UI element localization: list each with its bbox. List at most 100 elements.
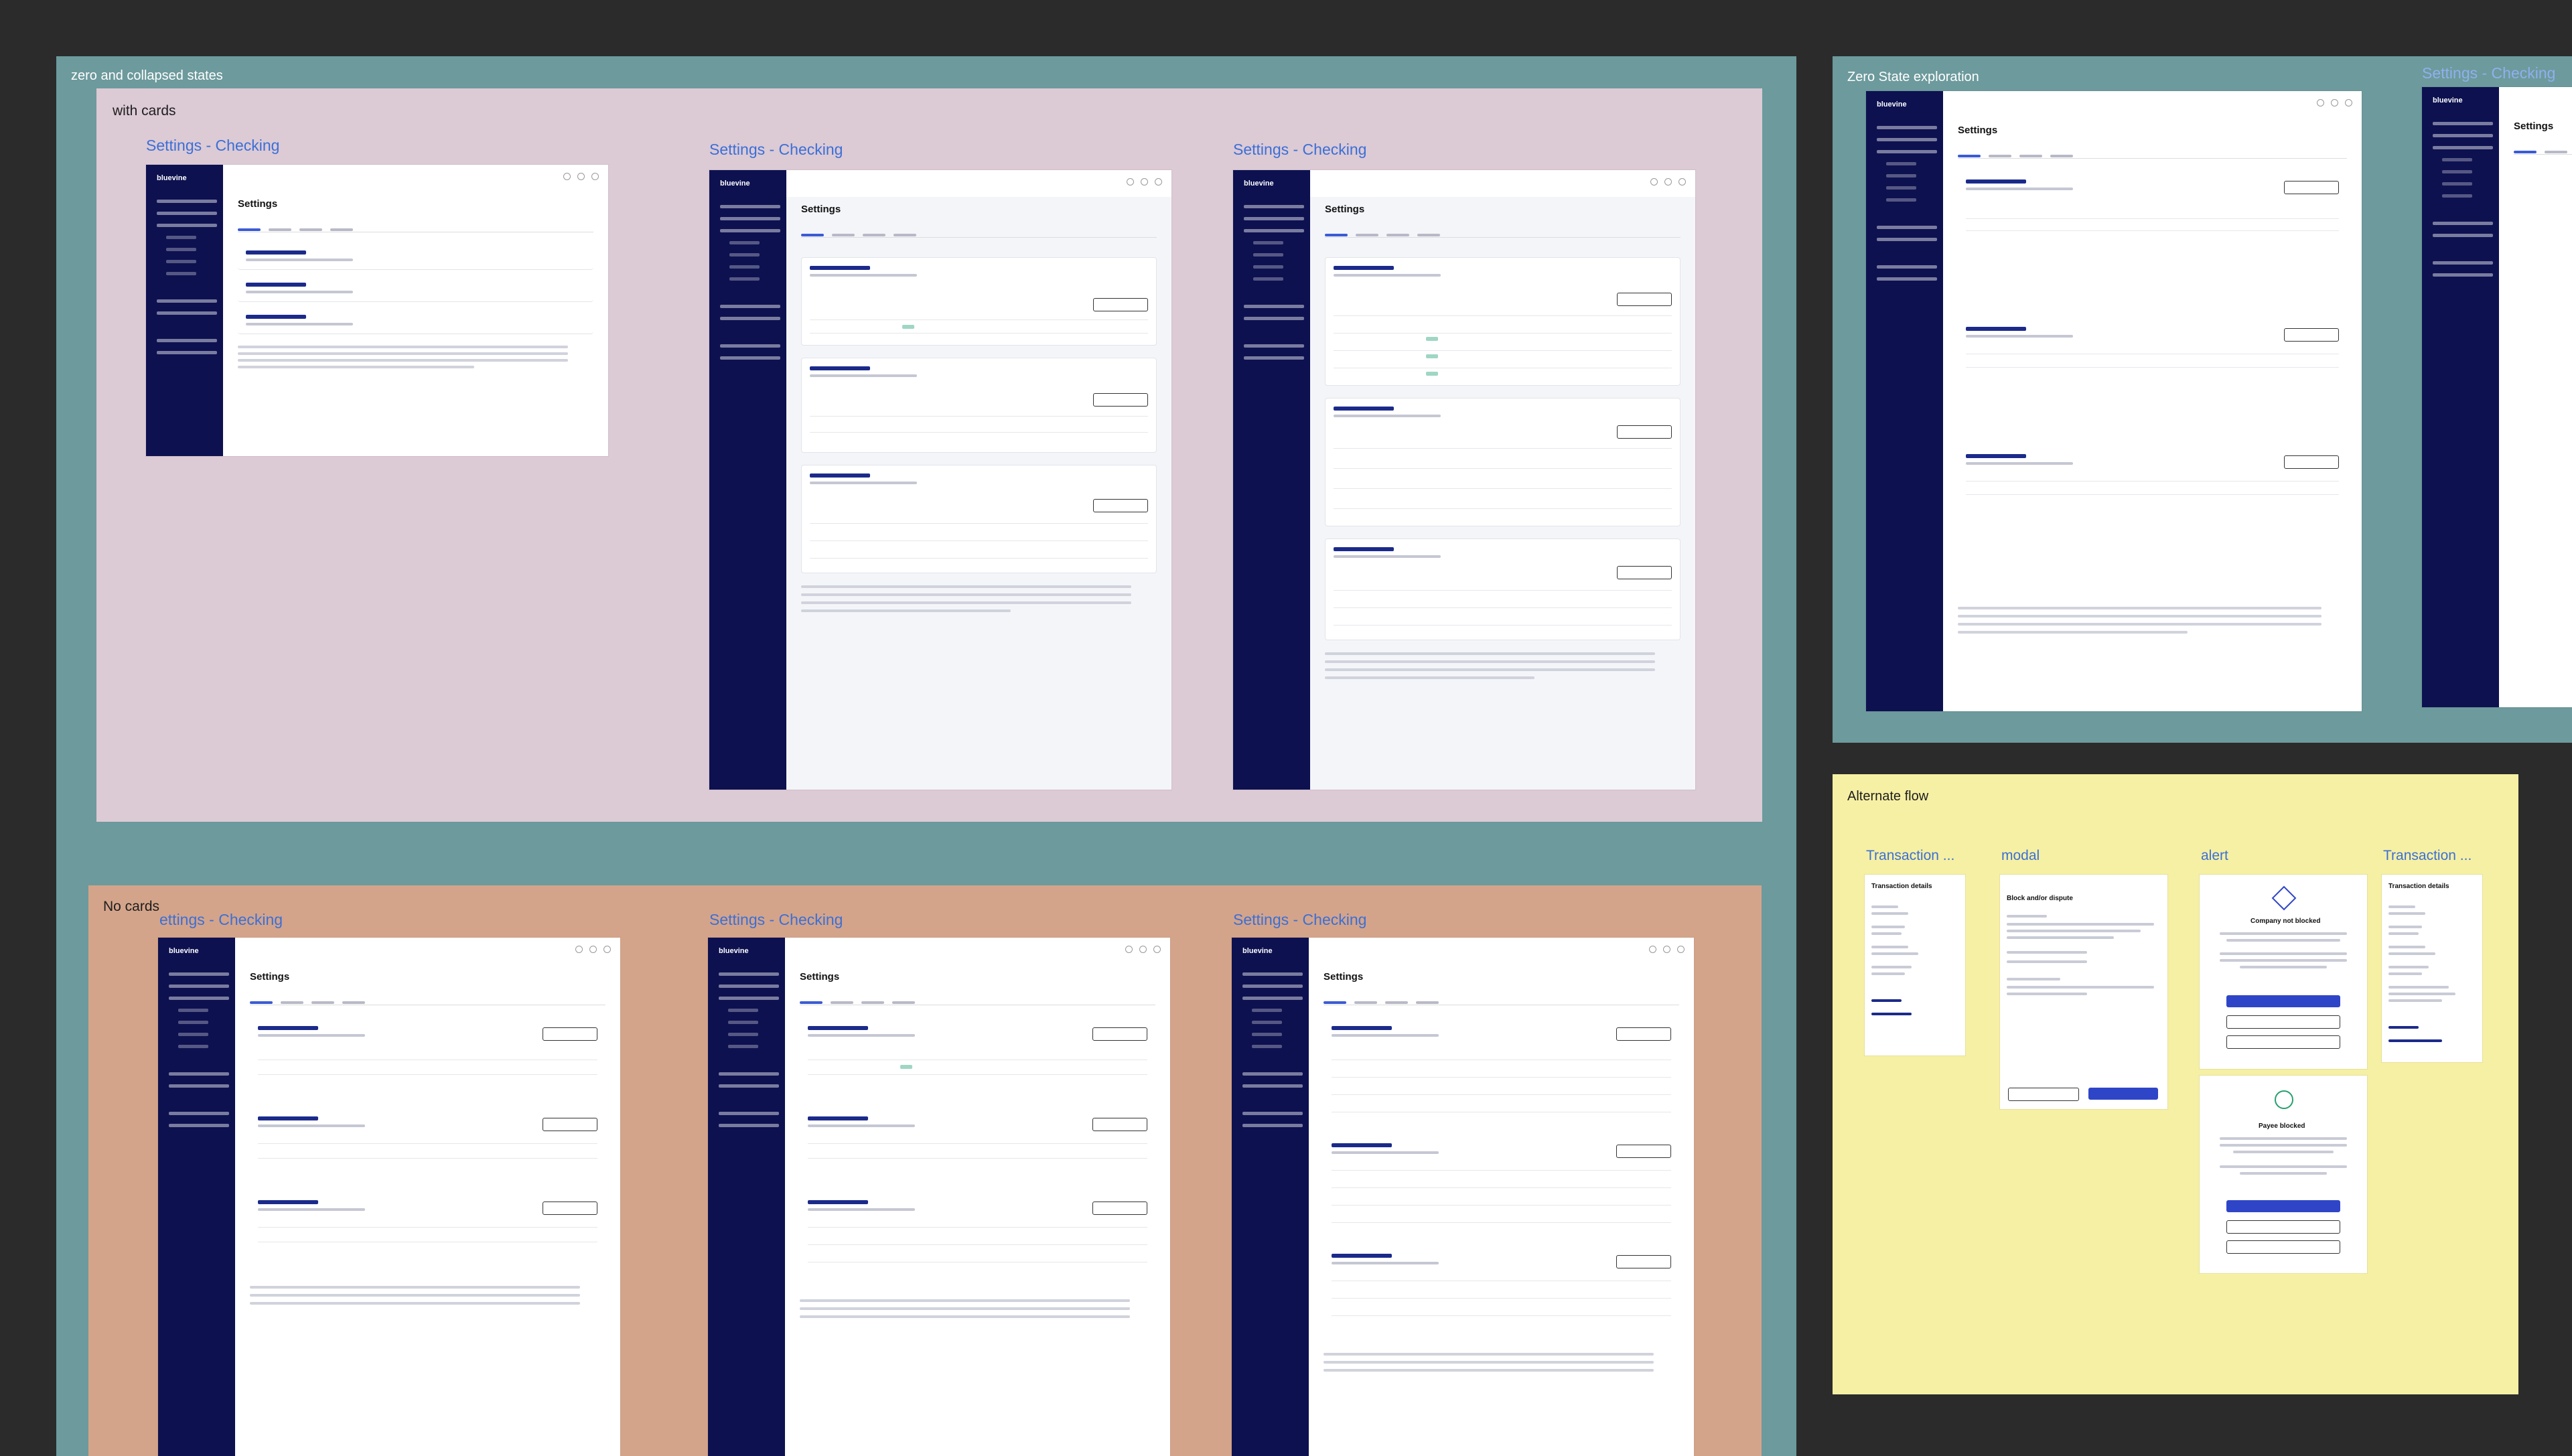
frame-title: Settings - Checking	[2422, 64, 2556, 82]
help-icon[interactable]	[1125, 946, 1133, 953]
card-transfer	[801, 358, 1157, 453]
help-icon[interactable]	[575, 946, 583, 953]
main-area: Settings	[1310, 197, 1695, 790]
topbar	[1310, 170, 1695, 197]
brand-logo: bluevine	[1877, 100, 1907, 108]
help-icon[interactable]	[1127, 178, 1134, 186]
bell-icon[interactable]	[1139, 946, 1147, 953]
bell-icon[interactable]	[589, 946, 597, 953]
user-icon[interactable]	[591, 173, 599, 180]
sidebar: bluevine	[146, 165, 223, 456]
frame-title: modal	[2001, 848, 2040, 863]
sidebar-nav	[157, 200, 217, 363]
settings-mockup: bluevine Settings	[1232, 938, 1694, 1456]
manage-blocks-button[interactable]	[2226, 1015, 2340, 1029]
bell-icon[interactable]	[1664, 178, 1672, 186]
create-rule-button[interactable]	[2284, 328, 2339, 342]
frame-title: Settings - Checking	[1233, 911, 1367, 928]
done-button[interactable]	[2226, 1240, 2340, 1254]
manage-blocks-button[interactable]	[2226, 1220, 2340, 1234]
user-icon[interactable]	[1678, 178, 1686, 186]
main-area: Settings	[786, 197, 1171, 790]
help-icon[interactable]	[1650, 178, 1658, 186]
order-checks-button[interactable]	[1093, 499, 1148, 512]
back-button[interactable]	[2008, 1088, 2079, 1101]
user-icon[interactable]	[2345, 99, 2352, 106]
order-checks-button[interactable]	[1616, 1255, 1671, 1268]
bell-icon[interactable]	[2331, 99, 2338, 106]
bell-icon[interactable]	[577, 173, 585, 180]
panel-title: Transaction details	[2388, 883, 2449, 890]
frame-title: alert	[2201, 848, 2228, 863]
settings-mockup: bluevine Settings	[1233, 170, 1695, 790]
user-icon[interactable]	[1677, 946, 1685, 953]
bell-icon[interactable]	[1663, 946, 1670, 953]
topbar	[223, 165, 608, 192]
group-no-cards: No cards ettings - Checking Settings - C…	[88, 885, 1762, 1456]
contact-support-button[interactable]	[2226, 1200, 2340, 1212]
card-transfer	[238, 275, 593, 302]
create-rule-button[interactable]	[543, 1118, 597, 1131]
done-button[interactable]	[2226, 1035, 2340, 1049]
section-label: zero and collapsed states	[71, 68, 223, 83]
order-checks-button[interactable]	[1617, 566, 1672, 579]
confirm-button[interactable]	[2088, 1088, 2158, 1100]
user-icon[interactable]	[1155, 178, 1162, 186]
order-checks-button[interactable]	[1092, 1202, 1147, 1215]
page-title: Settings	[2514, 121, 2554, 132]
create-block-button[interactable]	[1093, 298, 1148, 311]
sidebar: bluevine	[1233, 170, 1310, 790]
settings-mockup: bluevine Settings	[1866, 91, 2362, 711]
create-block-button[interactable]	[1617, 293, 1672, 306]
create-block-button[interactable]	[1616, 1027, 1671, 1041]
section-zero-collapsed: zero and collapsed states with cards Set…	[56, 56, 1796, 1456]
frame-title: Settings - Checking	[1233, 141, 1367, 158]
settings-mockup: bluevine Settings	[146, 165, 608, 456]
user-icon[interactable]	[1153, 946, 1161, 953]
brand-logo: bluevine	[157, 174, 187, 182]
settings-mockup: bluevine Settings	[709, 170, 1171, 790]
create-rule-button[interactable]	[1617, 425, 1672, 439]
page-title: Settings	[238, 198, 278, 210]
payee-blocked-alert: Payee blocked	[2200, 1076, 2367, 1273]
frame-title: Transaction ...	[1866, 848, 1955, 863]
modal-title: Block and/or dispute	[2007, 895, 2073, 902]
create-block-button[interactable]	[1092, 1027, 1147, 1041]
contact-support-button[interactable]	[2226, 995, 2340, 1007]
brand-logo: bluevine	[1242, 947, 1273, 955]
section-label: Alternate flow	[1847, 789, 1929, 804]
card-checkbooks	[801, 465, 1157, 573]
section-zero-state: Zero State exploration Settings - Checki…	[1833, 56, 2572, 743]
user-icon[interactable]	[603, 946, 611, 953]
card-ach	[801, 257, 1157, 346]
transaction-details-panel: Transaction details	[1865, 875, 1965, 1055]
create-block-button[interactable]	[2284, 181, 2339, 194]
bell-icon[interactable]	[1141, 178, 1148, 186]
brand-logo: bluevine	[169, 947, 199, 955]
order-checks-button[interactable]	[2284, 455, 2339, 469]
card-checkbooks	[238, 307, 593, 334]
sidebar: bluevine	[709, 170, 786, 790]
page-title: Settings	[250, 971, 290, 982]
create-rule-button[interactable]	[1092, 1118, 1147, 1131]
brand-logo: bluevine	[2433, 96, 2463, 104]
frame-title: Settings - Checking	[709, 141, 843, 158]
create-rule-button[interactable]	[1093, 393, 1148, 407]
create-block-button[interactable]	[543, 1027, 597, 1041]
create-rule-button[interactable]	[1616, 1145, 1671, 1158]
help-icon[interactable]	[563, 173, 571, 180]
help-icon[interactable]	[1649, 946, 1656, 953]
help-icon[interactable]	[2317, 99, 2324, 106]
page-title: Settings	[801, 204, 841, 215]
brand-logo: bluevine	[720, 179, 750, 188]
card-transfer	[1325, 398, 1681, 526]
group-label: No cards	[103, 899, 160, 914]
settings-mockup: bluevine Settings	[158, 938, 620, 1456]
alert-title: Payee blocked	[2259, 1122, 2305, 1130]
frame-title: Settings - Checking	[709, 911, 843, 928]
alert-title: Company not blocked	[2250, 918, 2321, 925]
check-circle-icon	[2275, 1090, 2293, 1109]
order-checks-button[interactable]	[543, 1202, 597, 1215]
page-title: Settings	[800, 971, 840, 982]
page-title: Settings	[1325, 204, 1365, 215]
